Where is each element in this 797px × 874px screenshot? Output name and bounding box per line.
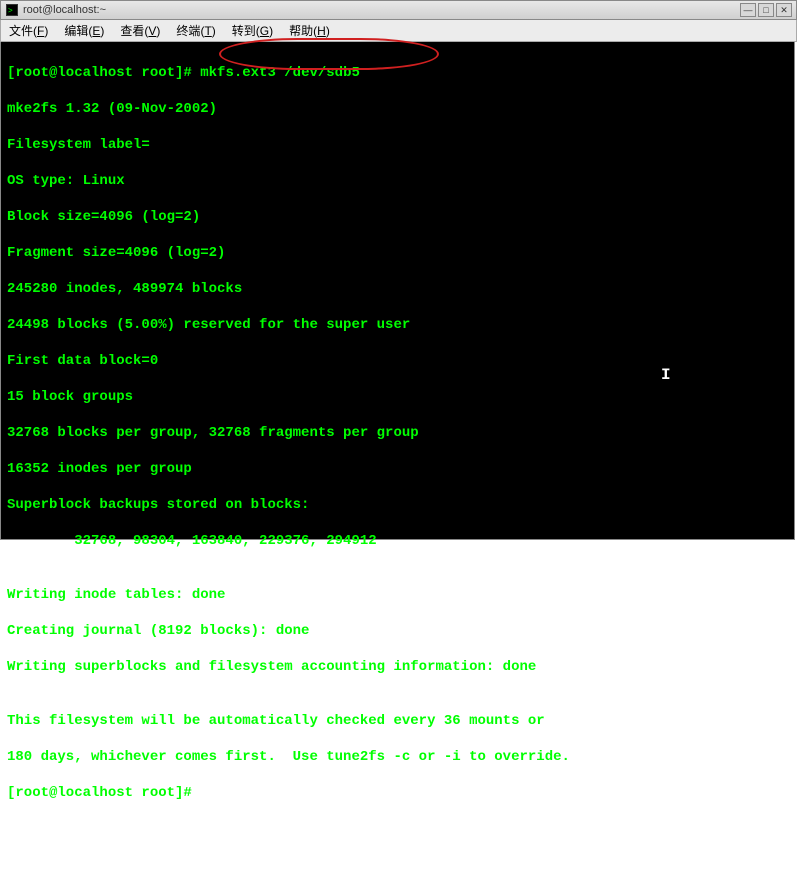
menu-edit[interactable]: 编辑(E) [64, 22, 104, 39]
terminal-output-line: 24498 blocks (5.00%) reserved for the su… [7, 316, 788, 334]
terminal-output-line: Writing superblocks and filesystem accou… [7, 658, 788, 676]
menu-file[interactable]: 文件(F) [9, 22, 48, 39]
shell-prompt: [root@localhost root]# [7, 785, 192, 801]
window-title: root@localhost:~ [23, 4, 740, 16]
terminal-output-line: First data block=0 [7, 352, 788, 370]
close-button[interactable]: ✕ [776, 3, 792, 17]
terminal-output-line: Filesystem label= [7, 136, 788, 154]
shell-prompt: [root@localhost root]# [7, 65, 192, 81]
terminal-output-line: This filesystem will be automatically ch… [7, 712, 788, 730]
terminal-output-line: 15 block groups [7, 388, 788, 406]
menu-terminal[interactable]: 终端(T) [176, 22, 215, 39]
terminal-output-line: Creating journal (8192 blocks): done [7, 622, 788, 640]
terminal-output-line: Writing inode tables: done [7, 586, 788, 604]
minimize-button[interactable]: — [740, 3, 756, 17]
terminal-output-line: Superblock backups stored on blocks: [7, 496, 788, 514]
shell-command: mkfs.ext3 /dev/sdb5 [200, 65, 360, 81]
terminal-area[interactable]: [root@localhost root]# mkfs.ext3 /dev/sd… [0, 42, 795, 540]
terminal-output-line: OS type: Linux [7, 172, 788, 190]
terminal-output-line: 16352 inodes per group [7, 460, 788, 478]
terminal-output-line: 245280 inodes, 489974 blocks [7, 280, 788, 298]
terminal-icon: > [5, 3, 19, 17]
menu-goto[interactable]: 转到(G) [232, 22, 273, 39]
terminal-output-line: mke2fs 1.32 (09-Nov-2002) [7, 100, 788, 118]
window-controls: — □ ✕ [740, 3, 792, 17]
terminal-output-line: Block size=4096 (log=2) [7, 208, 788, 226]
svg-text:>: > [8, 6, 13, 15]
terminal-output-line: 32768, 98304, 163840, 229376, 294912 [7, 532, 788, 550]
maximize-button[interactable]: □ [758, 3, 774, 17]
terminal-output-line: 32768 blocks per group, 32768 fragments … [7, 424, 788, 442]
menu-view[interactable]: 查看(V) [120, 22, 160, 39]
terminal-output-line: Fragment size=4096 (log=2) [7, 244, 788, 262]
terminal-output-line: 180 days, whichever comes first. Use tun… [7, 748, 788, 766]
window-titlebar: > root@localhost:~ — □ ✕ [0, 0, 797, 20]
menu-help[interactable]: 帮助(H) [289, 22, 330, 39]
menubar: 文件(F) 编辑(E) 查看(V) 终端(T) 转到(G) 帮助(H) [0, 20, 797, 42]
